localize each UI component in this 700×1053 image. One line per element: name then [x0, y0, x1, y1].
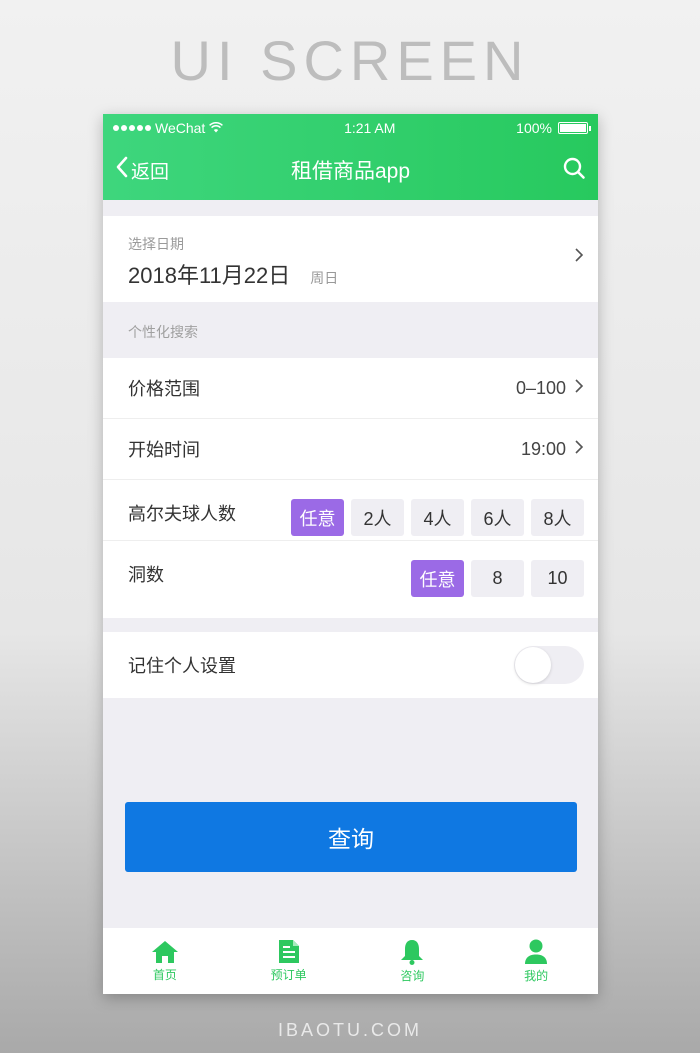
personalized-settings: 价格范围 0–100 开始时间 19:00 高尔夫球人数 任意 2人 4人 6人…	[103, 358, 598, 618]
players-option-2[interactable]: 2人	[351, 499, 404, 536]
document-icon	[278, 939, 300, 964]
chevron-right-icon	[574, 439, 584, 460]
tab-orders[interactable]: 预订单	[227, 928, 351, 994]
bell-icon	[400, 939, 424, 965]
section-label: 个性化搜索	[128, 324, 198, 340]
chevron-right-icon	[574, 246, 584, 269]
players-option-any[interactable]: 任意	[291, 499, 344, 536]
start-time-value: 19:00	[520, 438, 566, 459]
date-value: 2018年11月22日	[128, 263, 291, 288]
chevron-right-icon	[574, 378, 584, 399]
signal-icon	[113, 125, 151, 131]
price-range-label: 价格范围	[128, 379, 200, 399]
price-range-row[interactable]: 价格范围 0–100	[103, 358, 598, 419]
back-button[interactable]: 返回	[115, 155, 169, 185]
date-label: 选择日期	[128, 236, 184, 252]
holes-row: 洞数 任意 8 10	[103, 541, 598, 618]
players-options: 任意 2人 4人 6人 8人	[291, 499, 584, 536]
remember-settings-toggle[interactable]	[514, 646, 584, 684]
search-button[interactable]	[562, 156, 586, 185]
battery-icon	[557, 122, 591, 134]
wifi-icon	[209, 120, 224, 136]
players-option-4[interactable]: 4人	[411, 499, 464, 536]
query-button[interactable]: 查询	[125, 802, 577, 872]
tab-consult-label: 咨询	[400, 968, 425, 983]
battery-percent: 100%	[516, 120, 552, 136]
remember-settings-label: 记住个人设置	[128, 656, 236, 676]
tab-profile[interactable]: 我的	[474, 928, 598, 994]
remember-settings-row: 记住个人设置	[103, 632, 598, 698]
weekday: 周日	[310, 270, 339, 286]
holes-options: 任意 8 10	[411, 560, 584, 597]
players-label: 高尔夫球人数	[128, 504, 236, 524]
page-title: 租借商品app	[290, 160, 411, 183]
tab-orders-label: 预订单	[270, 968, 307, 982]
holes-option-any[interactable]: 任意	[411, 560, 464, 597]
back-label: 返回	[131, 161, 170, 183]
holes-label: 洞数	[128, 565, 164, 585]
phone-screen: WeChat 1:21 AM 100% 返回 租借商品app 选择日期 2018…	[103, 114, 598, 994]
tab-home[interactable]: 首页	[103, 928, 227, 994]
date-picker-row[interactable]: 选择日期 2018年11月22日 周日	[103, 216, 598, 302]
players-option-8[interactable]: 8人	[531, 499, 584, 536]
chevron-left-icon	[115, 155, 129, 185]
holes-option-10[interactable]: 10	[531, 560, 584, 597]
start-time-row[interactable]: 开始时间 19:00	[103, 419, 598, 480]
footer-brand: IBAOTU.COM	[277, 1020, 422, 1040]
tab-bar: 首页 预订单 咨询 我的	[103, 928, 598, 994]
price-range-value: 0–100	[515, 377, 566, 398]
tab-home-label: 首页	[152, 967, 177, 982]
navigation-bar: 返回 租借商品app	[103, 142, 598, 198]
status-bar: WeChat 1:21 AM 100%	[103, 114, 598, 142]
home-icon	[151, 940, 179, 964]
search-icon	[562, 156, 586, 185]
tab-consult[interactable]: 咨询	[351, 928, 475, 994]
carrier: WeChat	[155, 120, 206, 136]
tab-profile-label: 我的	[524, 968, 549, 983]
holes-option-8[interactable]: 8	[471, 560, 524, 597]
clock: 1:21 AM	[344, 120, 396, 136]
players-option-6[interactable]: 6人	[471, 499, 524, 536]
user-icon	[524, 939, 548, 965]
page-heading: UI SCREEN	[170, 29, 530, 92]
header: WeChat 1:21 AM 100% 返回 租借商品app	[103, 114, 598, 200]
start-time-label: 开始时间	[128, 440, 200, 460]
players-row: 高尔夫球人数 任意 2人 4人 6人 8人	[103, 480, 598, 541]
